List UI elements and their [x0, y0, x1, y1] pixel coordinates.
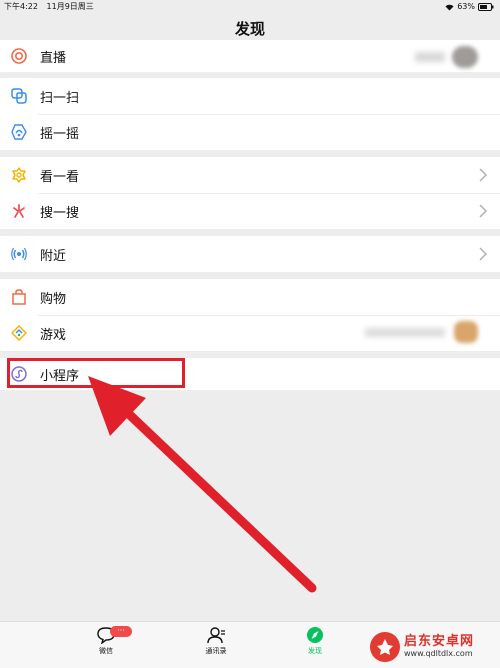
menu-item-label: 购物: [40, 291, 67, 307]
wifi-icon: [445, 4, 454, 10]
page-title: 发现: [234, 20, 265, 38]
blurred-avatar: [452, 46, 478, 68]
blurred-text: [415, 52, 445, 62]
tab-label: 发现: [308, 647, 322, 655]
menu-item-label: 附近: [40, 248, 67, 264]
menu-item-scan[interactable]: 扫一扫: [0, 78, 500, 114]
menu-item-label: 直播: [40, 50, 67, 66]
unread-badge: ···: [110, 626, 132, 637]
live-icon: [10, 47, 28, 65]
group-nearby: 附近: [0, 236, 500, 272]
status-bar: 下午4:22 11月9日周三 63%: [0, 0, 500, 14]
menu-item-label: 游戏: [40, 327, 67, 343]
menu-item-search[interactable]: 搜一搜: [0, 193, 500, 229]
status-indicators: 63%: [445, 0, 494, 14]
menu-item-game[interactable]: 游戏: [0, 315, 500, 351]
watermark-text: 启东安卓网 www.qdltdlx.com: [404, 635, 474, 658]
look-icon: [10, 166, 28, 184]
group-scan-shake: 扫一扫 摇一摇: [0, 78, 500, 150]
search-icon: [10, 202, 28, 220]
menu-item-look[interactable]: 看一看: [0, 157, 500, 193]
chevron-right-icon: [479, 204, 488, 218]
status-time: 下午4:22: [4, 2, 38, 11]
menu-item-nearby[interactable]: 附近: [0, 236, 500, 272]
nearby-icon: [10, 245, 28, 263]
group-live: 直播: [0, 40, 500, 72]
chevron-right-icon: [479, 247, 488, 261]
tab-discover[interactable]: 发现: [285, 626, 345, 656]
shopping-icon: [10, 288, 28, 306]
watermark-url: www.qdltdlx.com: [404, 648, 473, 658]
battery-icon: [478, 3, 494, 11]
battery-percent: 63%: [457, 2, 475, 11]
scan-icon: [10, 87, 28, 105]
watermark-title: 启东安卓网: [404, 634, 475, 650]
chevron-right-icon: [479, 168, 488, 182]
tab-label: 微信: [99, 647, 113, 655]
menu-item-live[interactable]: 直播: [0, 40, 500, 72]
menu-item-shake[interactable]: 摇一摇: [0, 114, 500, 150]
menu-item-label: 摇一摇: [40, 126, 80, 142]
highlight-box: [7, 358, 185, 388]
compass-icon: [307, 627, 323, 643]
group-shopping-game: 购物 游戏: [0, 279, 500, 351]
watermark-logo-icon: [370, 632, 400, 662]
contacts-icon: [207, 627, 225, 644]
tab-contacts[interactable]: 通讯录: [186, 626, 246, 656]
tab-label: 通讯录: [205, 647, 227, 655]
menu-item-shopping[interactable]: 购物: [0, 279, 500, 315]
game-icon: [10, 324, 28, 342]
watermark: 启东安卓网 www.qdltdlx.com: [370, 628, 498, 666]
blurred-game-thumbnail: [454, 321, 478, 343]
status-time-date: 下午4:22 11月9日周三: [4, 0, 94, 14]
group-look-search: 看一看 搜一搜: [0, 157, 500, 229]
shake-icon: [10, 123, 28, 141]
menu-item-label: 扫一扫: [40, 90, 80, 106]
menu-item-label: 搜一搜: [40, 205, 80, 221]
blurred-text: [365, 328, 445, 337]
menu-item-label: 看一看: [40, 169, 80, 185]
status-date: 11月9日周三: [46, 2, 94, 11]
tab-chats[interactable]: 微信 ···: [76, 626, 136, 656]
